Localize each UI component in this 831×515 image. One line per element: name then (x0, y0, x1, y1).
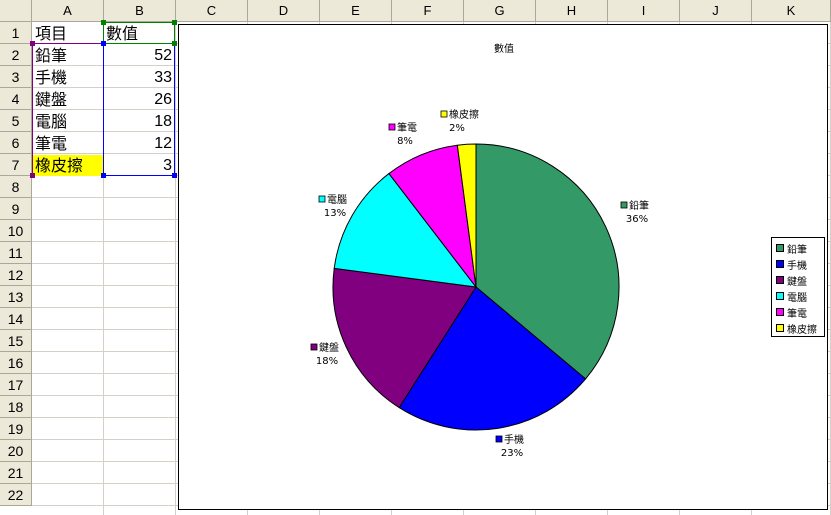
data-label-key (620, 201, 628, 209)
range-handle[interactable] (101, 20, 106, 25)
cell-a1[interactable]: 項目 (33, 23, 103, 44)
legend-swatch (776, 244, 784, 252)
data-label-percent[interactable]: 36% (626, 214, 648, 225)
data-label-key (310, 343, 318, 351)
legend-item[interactable]: 橡皮擦 (776, 320, 824, 336)
legend-label: 筆電 (787, 308, 807, 320)
column-header-b[interactable]: B (104, 0, 176, 22)
series-name-highlight (103, 22, 175, 44)
data-label-percent[interactable]: 2% (449, 123, 465, 134)
column-header-i[interactable]: I (608, 0, 680, 22)
chart-legend[interactable]: 鉛筆手機鍵盤電腦筆電橡皮擦 (771, 237, 825, 337)
row-header-7[interactable]: 7 (0, 154, 32, 176)
row-header-3[interactable]: 3 (0, 66, 32, 88)
range-handle[interactable] (172, 41, 177, 46)
data-label-category[interactable]: 手機 (504, 433, 524, 446)
row-header-17[interactable]: 17 (0, 374, 32, 396)
range-handle[interactable] (101, 173, 106, 178)
row-header-2[interactable]: 2 (0, 44, 32, 66)
column-header-e[interactable]: E (320, 0, 392, 22)
pie-chart-plot: 數值 鉛筆 36% 手機 23% 鍵盤 18% 電腦 13% 筆電 8% 橡皮擦 2% (310, 42, 649, 459)
legend-item[interactable]: 筆電 (776, 304, 824, 320)
legend-label: 鍵盤 (787, 276, 807, 288)
legend-item[interactable]: 鉛筆 (776, 240, 824, 256)
select-all-corner[interactable] (0, 0, 32, 22)
data-label-key (388, 123, 396, 131)
row-header-18[interactable]: 18 (0, 396, 32, 418)
row-header-10[interactable]: 10 (0, 220, 32, 242)
legend-label: 電腦 (787, 292, 807, 304)
range-handle[interactable] (30, 41, 35, 46)
legend-swatch (776, 260, 784, 268)
row-header-20[interactable]: 20 (0, 440, 32, 462)
range-handle[interactable] (172, 173, 177, 178)
legend-label: 橡皮擦 (787, 324, 817, 336)
spreadsheet-grid[interactable]: ABCDEFGHIJK 1 2 3 4 5 6 7 8 9 10 11 12 13 14 15 16 17 18 1… (0, 0, 831, 515)
data-label-percent[interactable]: 8% (397, 136, 413, 147)
row-header-14[interactable]: 14 (0, 308, 32, 330)
column-header-d[interactable]: D (248, 0, 320, 22)
data-label-percent[interactable]: 18% (316, 356, 338, 367)
row-header-5[interactable]: 5 (0, 110, 32, 132)
data-label-category[interactable]: 電腦 (327, 193, 347, 206)
column-header-f[interactable]: F (392, 0, 464, 22)
grid-line (175, 22, 176, 515)
column-header-c[interactable]: C (176, 0, 248, 22)
data-label-key (495, 435, 503, 443)
row-header-8[interactable]: 8 (0, 176, 32, 198)
row-header-12[interactable]: 12 (0, 264, 32, 286)
data-label-category[interactable]: 筆電 (397, 121, 417, 134)
legend-item[interactable]: 電腦 (776, 288, 824, 304)
pie-chart[interactable]: 數值 鉛筆 36% 手機 23% 鍵盤 18% 電腦 13% 筆電 8% 橡皮擦 2% 鉛筆 手機 鍵盤電… (178, 24, 828, 510)
column-header-a[interactable]: A (32, 0, 104, 22)
row-header-21[interactable]: 21 (0, 462, 32, 484)
data-label-percent[interactable]: 13% (324, 208, 346, 219)
row-header-19[interactable]: 19 (0, 418, 32, 440)
column-header-g[interactable]: G (464, 0, 536, 22)
data-label-category[interactable]: 鍵盤 (319, 341, 339, 354)
category-range-highlight (32, 43, 104, 176)
legend-item[interactable]: 鍵盤 (776, 272, 824, 288)
row-header-22[interactable]: 22 (0, 484, 32, 506)
range-handle[interactable] (172, 20, 177, 25)
row-header-4[interactable]: 4 (0, 88, 32, 110)
legend-swatch (776, 308, 784, 316)
data-label-category[interactable]: 橡皮擦 (449, 108, 479, 121)
legend-label: 手機 (787, 260, 807, 272)
range-handle[interactable] (30, 173, 35, 178)
row-header-13[interactable]: 13 (0, 286, 32, 308)
column-header-h[interactable]: H (536, 0, 608, 22)
value-range-highlight (103, 43, 175, 176)
column-header-k[interactable]: K (752, 0, 831, 22)
legend-item[interactable]: 手機 (776, 256, 824, 272)
data-label-key (440, 110, 448, 118)
chart-title: 數值 (494, 42, 514, 55)
row-header-6[interactable]: 6 (0, 132, 32, 154)
row-header-15[interactable]: 15 (0, 330, 32, 352)
legend-swatch (776, 324, 784, 332)
data-label-percent[interactable]: 23% (501, 448, 523, 459)
column-header-j[interactable]: J (680, 0, 752, 22)
legend-label: 鉛筆 (787, 244, 807, 256)
data-label-key (318, 195, 326, 203)
row-header-11[interactable]: 11 (0, 242, 32, 264)
row-header-1[interactable]: 1 (0, 22, 32, 44)
data-label-category[interactable]: 鉛筆 (629, 199, 649, 212)
row-header-16[interactable]: 16 (0, 352, 32, 374)
range-handle[interactable] (101, 41, 106, 46)
legend-swatch (776, 276, 784, 284)
row-header-9[interactable]: 9 (0, 198, 32, 220)
legend-swatch (776, 292, 784, 300)
